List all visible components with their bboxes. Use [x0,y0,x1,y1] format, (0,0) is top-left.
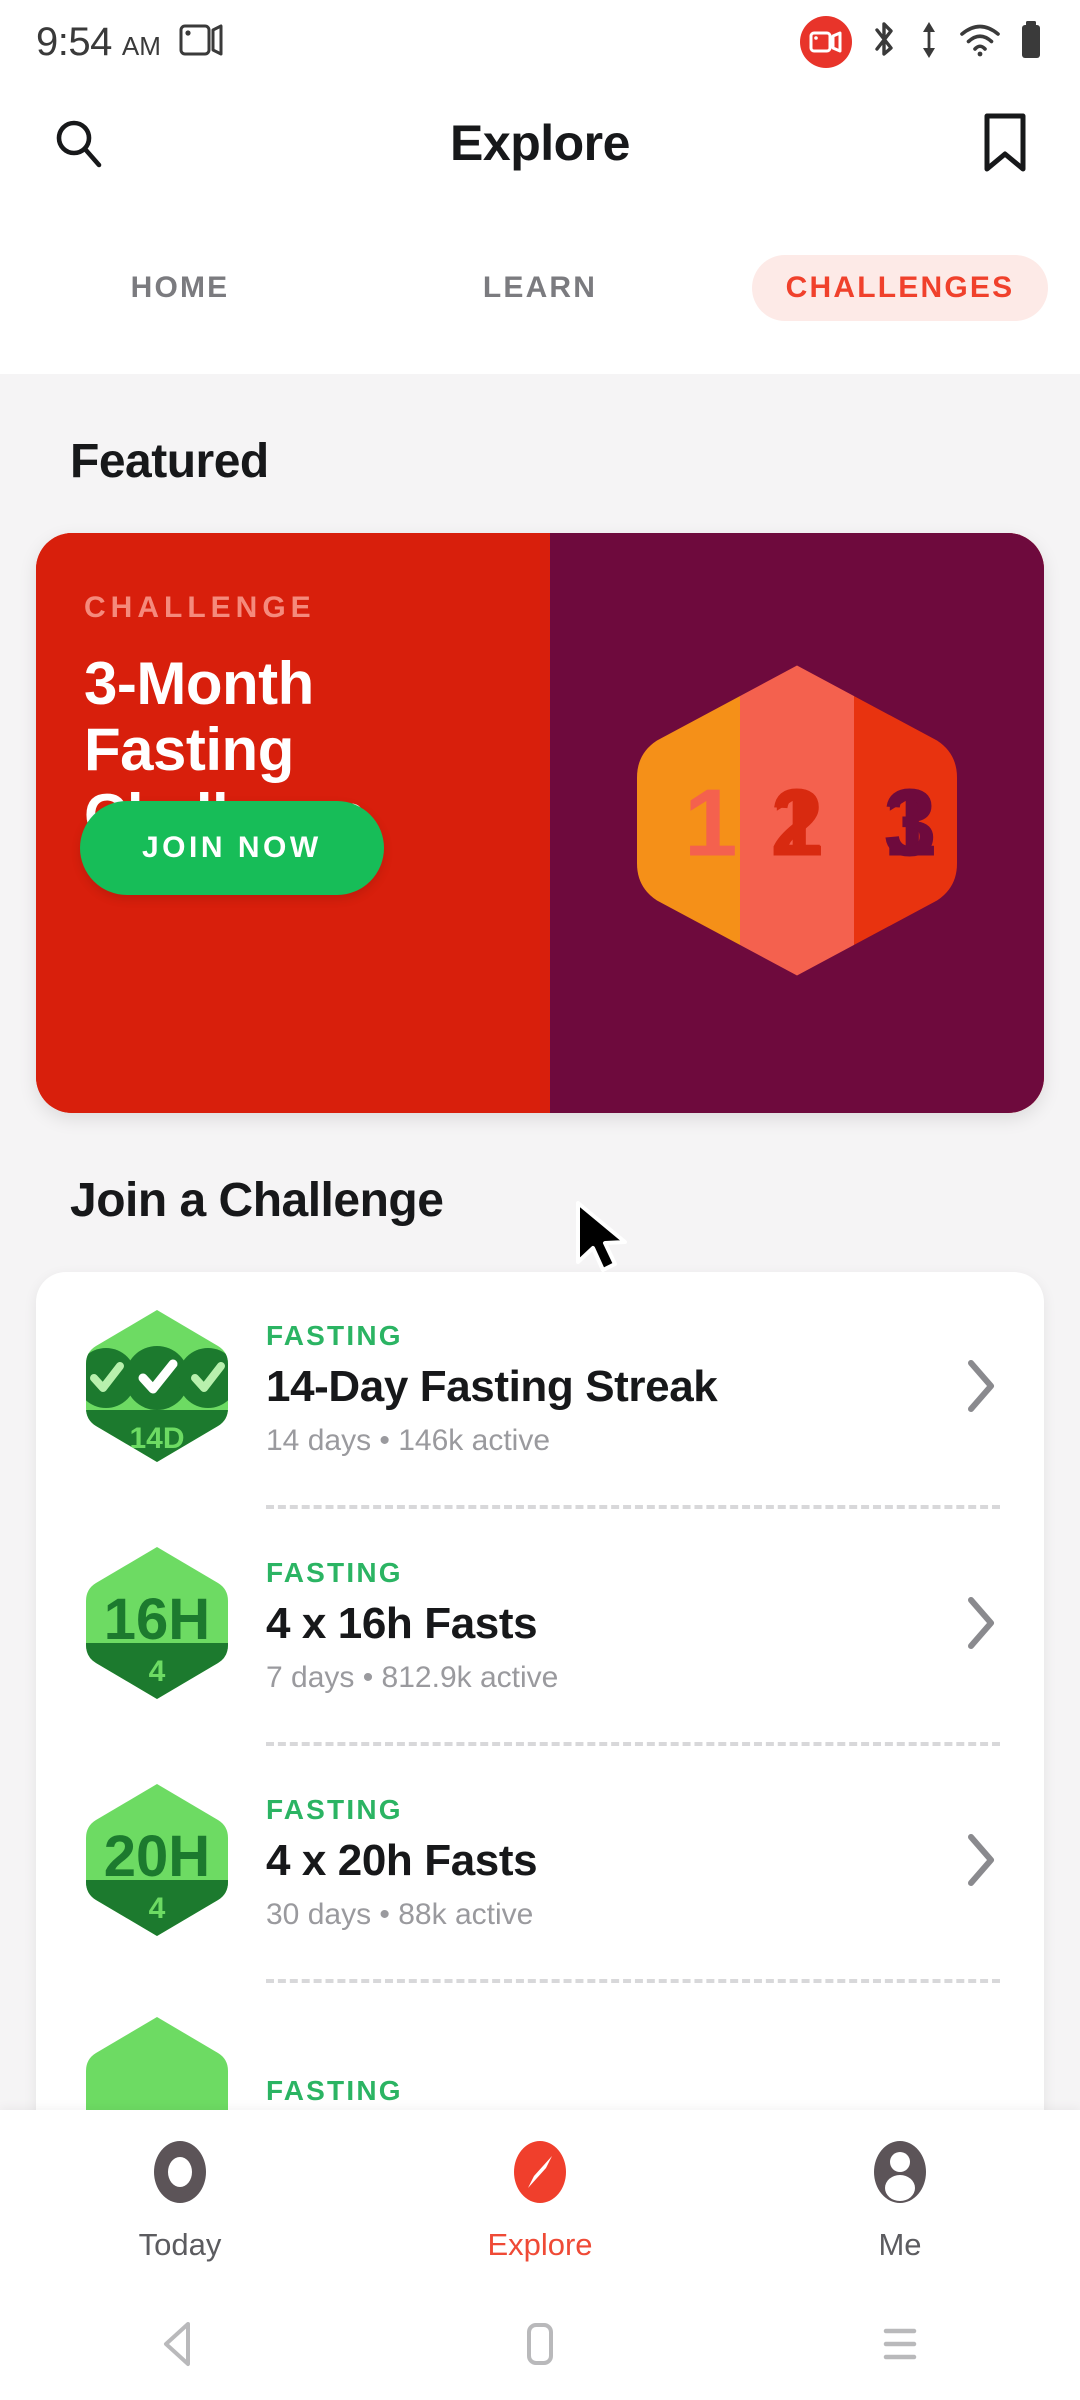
challenge-category: FASTING [266,1556,403,1588]
explore-tabs: HOME LEARN CHALLENGES [0,202,1080,374]
challenge-title: 4 x 16h Fasts [266,1598,538,1648]
numbered-hexagon-icon: 1 1 1 1 1 2 3 [627,656,967,991]
list-item-text: FASTING 4 x 20h Fasts 30 days • 88k acti… [266,1794,928,1932]
nav-item-me[interactable]: Me [720,2136,1080,2263]
featured-card-artwork-panel: 1 1 1 1 1 2 3 [550,533,1044,1113]
tab-home-label: HOME [130,271,230,304]
nav-label-me: Me [878,2226,922,2262]
challenge-category: FASTING [266,1319,403,1351]
tab-learn[interactable]: LEARN [360,235,720,341]
hex-number-3: 3 [883,770,936,877]
nav-label-today: Today [138,2226,222,2262]
challenge-title: 4 x 20h Fasts [266,1835,538,1885]
challenge-meta: 30 days • 88k active [266,1897,534,1931]
content-scroll-area[interactable]: Featured CHALLENGE 3-Month Fasting Chall… [0,374,1080,2110]
status-bar: 9:54 AM [0,0,1080,84]
bottom-navigation: Today Explore Me [0,2110,1080,2288]
today-ring-icon [144,2136,216,2213]
list-item-text: FASTING [266,2075,1000,2111]
status-bar-right [800,16,1044,68]
android-navigation-bar [0,2288,1080,2400]
challenge-meta: 14 days • 146k active [266,1423,551,1457]
compass-icon [504,2136,576,2213]
search-icon[interactable] [52,116,106,170]
list-item-text: FASTING 14-Day Fasting Streak 14 days • … [266,1320,928,1458]
data-transfer-icon [916,18,942,67]
bookmark-icon[interactable] [982,113,1028,173]
list-item-text: FASTING 4 x 16h Fasts 7 days • 812.9k ac… [266,1557,928,1695]
list-item[interactable]: FASTING [36,1983,1044,2110]
challenge-list: 14D FASTING 14-Day Fasting Streak 14 day… [36,1272,1044,2110]
recording-badge-icon [800,16,852,68]
challenge-meta: 7 days • 812.9k active [266,1660,559,1694]
badge-sub-label: 14D [129,1422,184,1455]
chevron-right-icon[interactable] [962,1594,1000,1657]
app-bar: Explore [0,84,1080,202]
featured-heading: Featured [70,435,269,488]
chevron-right-icon[interactable] [962,1831,1000,1894]
phone-screen: 9:54 AM Explore HOME LEARN CHALLENGES Fe… [0,0,1080,2400]
bluetooth-icon [868,18,900,67]
featured-title-line-2: Fasting [84,716,294,783]
nav-label-explore: Explore [487,2226,593,2262]
featured-challenge-card[interactable]: CHALLENGE 3-Month Fasting Challenge JOIN… [36,533,1044,1113]
challenge-badge-20h-icon: 20H 4 [82,1780,232,1945]
page-title: Explore [450,115,630,171]
wifi-icon [958,21,1002,64]
nav-item-today[interactable]: Today [0,2136,360,2263]
badge-main-label: 16H [104,1587,210,1652]
status-ampm: AM [121,30,161,61]
badge-main-label: 20H [104,1824,210,1889]
status-bar-left: 9:54 AM [36,20,225,65]
nav-item-explore[interactable]: Explore [360,2136,720,2263]
join-challenge-heading: Join a Challenge [70,1174,444,1227]
challenge-title: 14-Day Fasting Streak [266,1361,718,1411]
featured-title-line-1: 3-Month [84,650,314,717]
tab-home[interactable]: HOME [0,235,360,341]
person-icon [864,2136,936,2213]
list-item[interactable]: 20H 4 FASTING 4 x 20h Fasts 30 days • 88… [36,1746,1044,1979]
hex-number-1: 1 [684,770,737,877]
featured-card-text-panel: CHALLENGE 3-Month Fasting Challenge JOIN… [36,533,551,1113]
challenge-badge-16h-icon: 16H 4 [82,1543,232,1708]
featured-kicker: CHALLENGE [84,591,316,624]
status-time: 9:54 [36,19,112,64]
badge-sub-label: 4 [149,1655,166,1688]
challenge-badge-checkmarks-icon: 14D [82,1306,232,1471]
join-now-button[interactable]: JOIN NOW [80,801,384,895]
tab-challenges-label: CHALLENGES [751,255,1049,321]
hex-number-2: 2 [770,770,823,877]
challenge-category: FASTING [266,1793,403,1825]
challenge-category: FASTING [266,2074,403,2106]
tab-challenges[interactable]: CHALLENGES [720,235,1080,341]
challenge-badge-partial-icon [82,2013,232,2110]
recents-lines-icon[interactable] [720,2319,1080,2369]
badge-sub-label: 4 [149,1892,166,1925]
battery-icon [1018,19,1044,66]
home-square-icon[interactable] [360,2319,720,2369]
back-triangle-icon[interactable] [0,2319,360,2369]
list-item[interactable]: 14D FASTING 14-Day Fasting Streak 14 day… [36,1272,1044,1505]
list-item[interactable]: 16H 4 FASTING 4 x 16h Fasts 7 days • 812… [36,1509,1044,1742]
tab-learn-label: LEARN [482,271,598,304]
chevron-right-icon[interactable] [962,1357,1000,1420]
screen-record-icon [179,22,225,63]
